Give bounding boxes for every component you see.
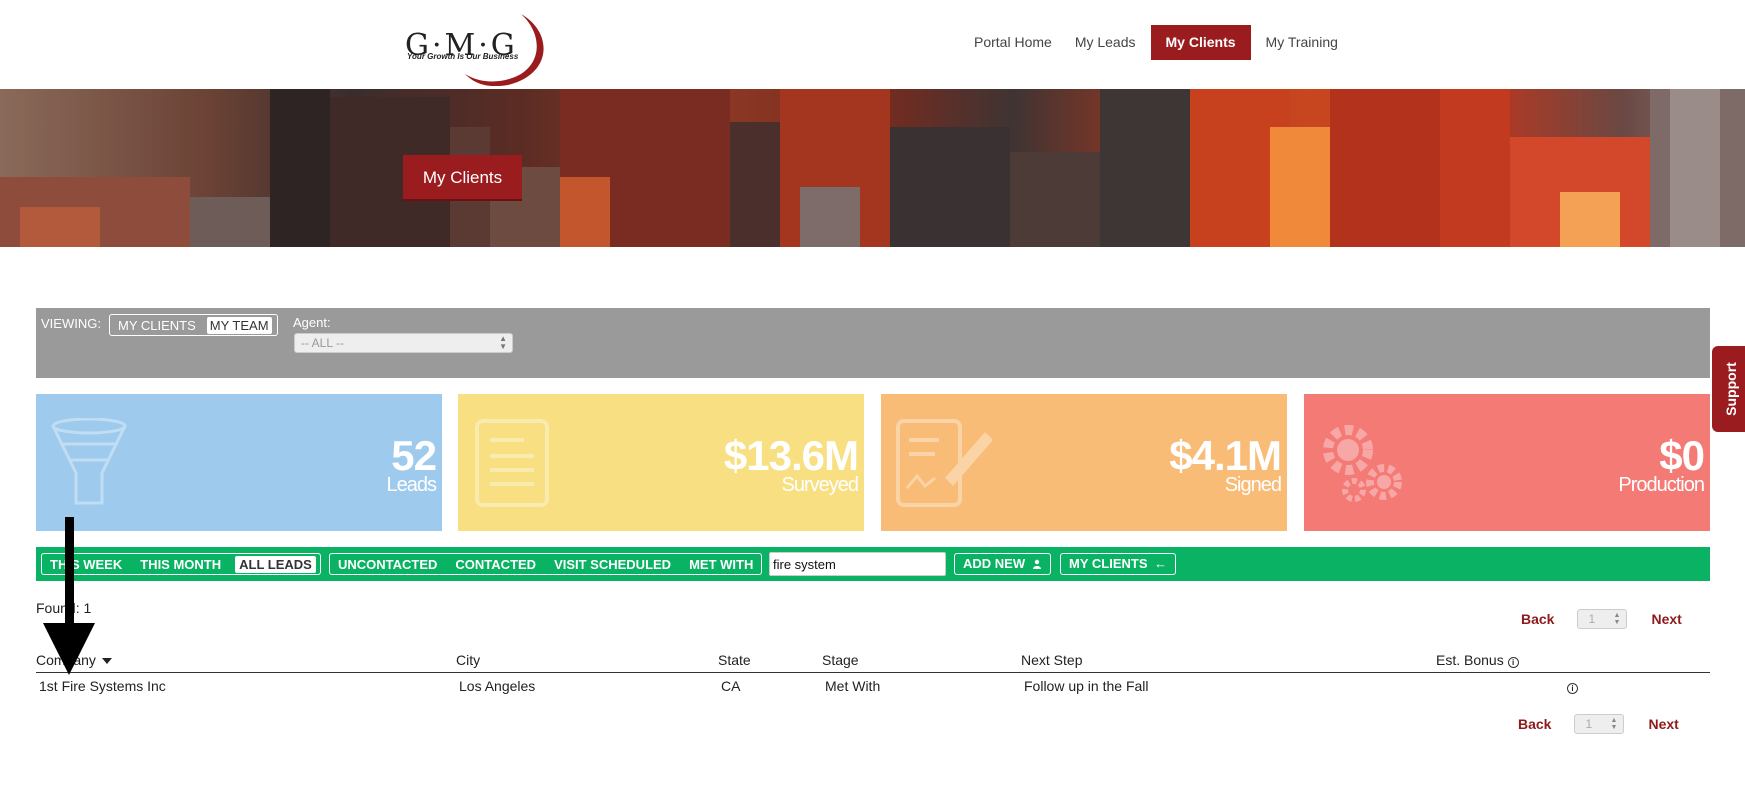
search-input[interactable] xyxy=(769,552,946,576)
select-arrows-icon: ▲ ▼ xyxy=(1610,717,1618,731)
stat-card-leads[interactable]: 52 Leads xyxy=(36,394,442,531)
arrow-left-icon: ← xyxy=(1154,556,1168,571)
table-header: Company City State Stage Next Step Est. … xyxy=(36,650,1710,673)
back-link[interactable]: Back xyxy=(1518,716,1551,732)
gears-icon xyxy=(1323,425,1402,502)
table-row[interactable]: 1st Fire Systems Inc Los Angeles CA Met … xyxy=(36,676,1710,700)
status-filter-group: UNCONTACTED CONTACTED VISIT SCHEDULED ME… xyxy=(329,553,763,575)
nav-portal-home[interactable]: Portal Home xyxy=(966,25,1060,60)
info-icon[interactable]: i xyxy=(1567,683,1578,694)
page-title-badge: My Clients xyxy=(403,155,522,201)
add-new-label: ADD NEW xyxy=(963,556,1026,571)
surveyed-label: Surveyed xyxy=(781,474,859,496)
col-est-bonus[interactable]: Est. Bonus i xyxy=(1436,652,1519,668)
cell-state: CA xyxy=(721,678,741,694)
info-icon[interactable]: i xyxy=(1507,657,1519,668)
filter-this-month[interactable]: THIS MONTH xyxy=(136,556,225,573)
production-value: $0 xyxy=(1659,432,1705,479)
signed-document-icon xyxy=(896,419,993,507)
stat-card-signed[interactable]: $4.1M Signed xyxy=(881,394,1287,531)
filter-met-with[interactable]: MET WITH xyxy=(685,556,757,573)
logo-tagline: Your Growth Is Our Business xyxy=(407,52,519,61)
cell-next-step: Follow up in the Fall xyxy=(1024,678,1149,694)
col-state[interactable]: State xyxy=(718,652,751,668)
support-label: Support xyxy=(1723,362,1739,416)
next-link[interactable]: Next xyxy=(1651,611,1681,627)
sort-down-icon xyxy=(101,658,112,664)
filter-contacted[interactable]: CONTACTED xyxy=(451,556,540,573)
agent-label: Agent: xyxy=(293,315,331,330)
my-clients-button[interactable]: MY CLIENTS ← xyxy=(1060,553,1177,575)
support-tab[interactable]: Support xyxy=(1712,346,1745,432)
person-icon xyxy=(1032,559,1041,569)
col-est-bonus-label: Est. Bonus xyxy=(1436,652,1504,668)
nav-my-training[interactable]: My Training xyxy=(1258,25,1346,60)
city-banner-image xyxy=(0,89,1745,247)
select-arrows-icon: ▲ ▼ xyxy=(499,334,507,351)
page-select[interactable]: 1 ▲ ▼ xyxy=(1574,714,1625,734)
agent-select-value: -- ALL -- xyxy=(301,336,344,350)
document-icon xyxy=(475,419,549,507)
cell-company[interactable]: 1st Fire Systems Inc xyxy=(39,678,166,694)
signed-label: Signed xyxy=(1224,474,1282,496)
page-select-value: 1 xyxy=(1585,717,1593,731)
my-clients-label: MY CLIENTS xyxy=(1069,556,1148,571)
viewing-label: VIEWING: xyxy=(41,316,101,331)
col-city[interactable]: City xyxy=(456,652,480,668)
cell-city: Los Angeles xyxy=(459,678,536,694)
surveyed-value: $13.6M xyxy=(723,432,859,479)
viewing-bar: VIEWING: MY CLIENTS MY TEAM Agent: -- AL… xyxy=(36,308,1710,378)
filter-visit-scheduled[interactable]: VISIT SCHEDULED xyxy=(550,556,675,573)
agent-select[interactable]: -- ALL -- ▲ ▼ xyxy=(294,333,513,353)
view-my-team-option[interactable]: MY TEAM xyxy=(206,316,272,334)
funnel-icon xyxy=(51,418,127,505)
view-my-clients-option[interactable]: MY CLIENTS xyxy=(115,317,199,334)
stat-card-surveyed[interactable]: $13.6M Surveyed xyxy=(458,394,864,531)
nav-my-leads[interactable]: My Leads xyxy=(1067,25,1144,60)
page-select-value: 1 xyxy=(1588,612,1596,626)
stat-card-production[interactable]: $0 Production xyxy=(1304,394,1710,531)
leads-label: Leads xyxy=(386,474,437,496)
signed-value: $4.1M xyxy=(1169,432,1282,479)
pager-top: Back 1 ▲ ▼ Next xyxy=(1521,609,1682,629)
site-header: G·M·G Your Growth Is Our Business Portal… xyxy=(0,0,1745,89)
select-arrows-icon: ▲ ▼ xyxy=(1613,612,1621,626)
col-stage[interactable]: Stage xyxy=(822,652,859,668)
cell-stage: Met With xyxy=(825,678,881,694)
pager-bottom: Back 1 ▲ ▼ Next xyxy=(1518,714,1679,734)
leads-value: 52 xyxy=(391,432,437,479)
col-next-step[interactable]: Next Step xyxy=(1021,652,1082,668)
filter-all-leads[interactable]: ALL LEADS xyxy=(235,555,316,573)
add-new-button[interactable]: ADD NEW xyxy=(954,553,1051,575)
production-label: Production xyxy=(1618,474,1705,496)
viewing-toggle: MY CLIENTS MY TEAM xyxy=(109,314,278,336)
nav-my-clients[interactable]: My Clients xyxy=(1150,25,1251,60)
next-link[interactable]: Next xyxy=(1648,716,1678,732)
gmg-logo[interactable]: G·M·G Your Growth Is Our Business xyxy=(403,12,555,86)
page-select[interactable]: 1 ▲ ▼ xyxy=(1577,609,1628,629)
filter-uncontacted[interactable]: UNCONTACTED xyxy=(334,556,441,573)
back-link[interactable]: Back xyxy=(1521,611,1554,627)
cell-bonus-info[interactable]: i xyxy=(1567,678,1578,694)
main-nav: Portal Home My Leads My Clients My Train… xyxy=(966,25,1353,60)
annotation-arrow-icon xyxy=(43,517,95,675)
filter-bar: THIS WEEK THIS MONTH ALL LEADS UNCONTACT… xyxy=(36,547,1710,581)
